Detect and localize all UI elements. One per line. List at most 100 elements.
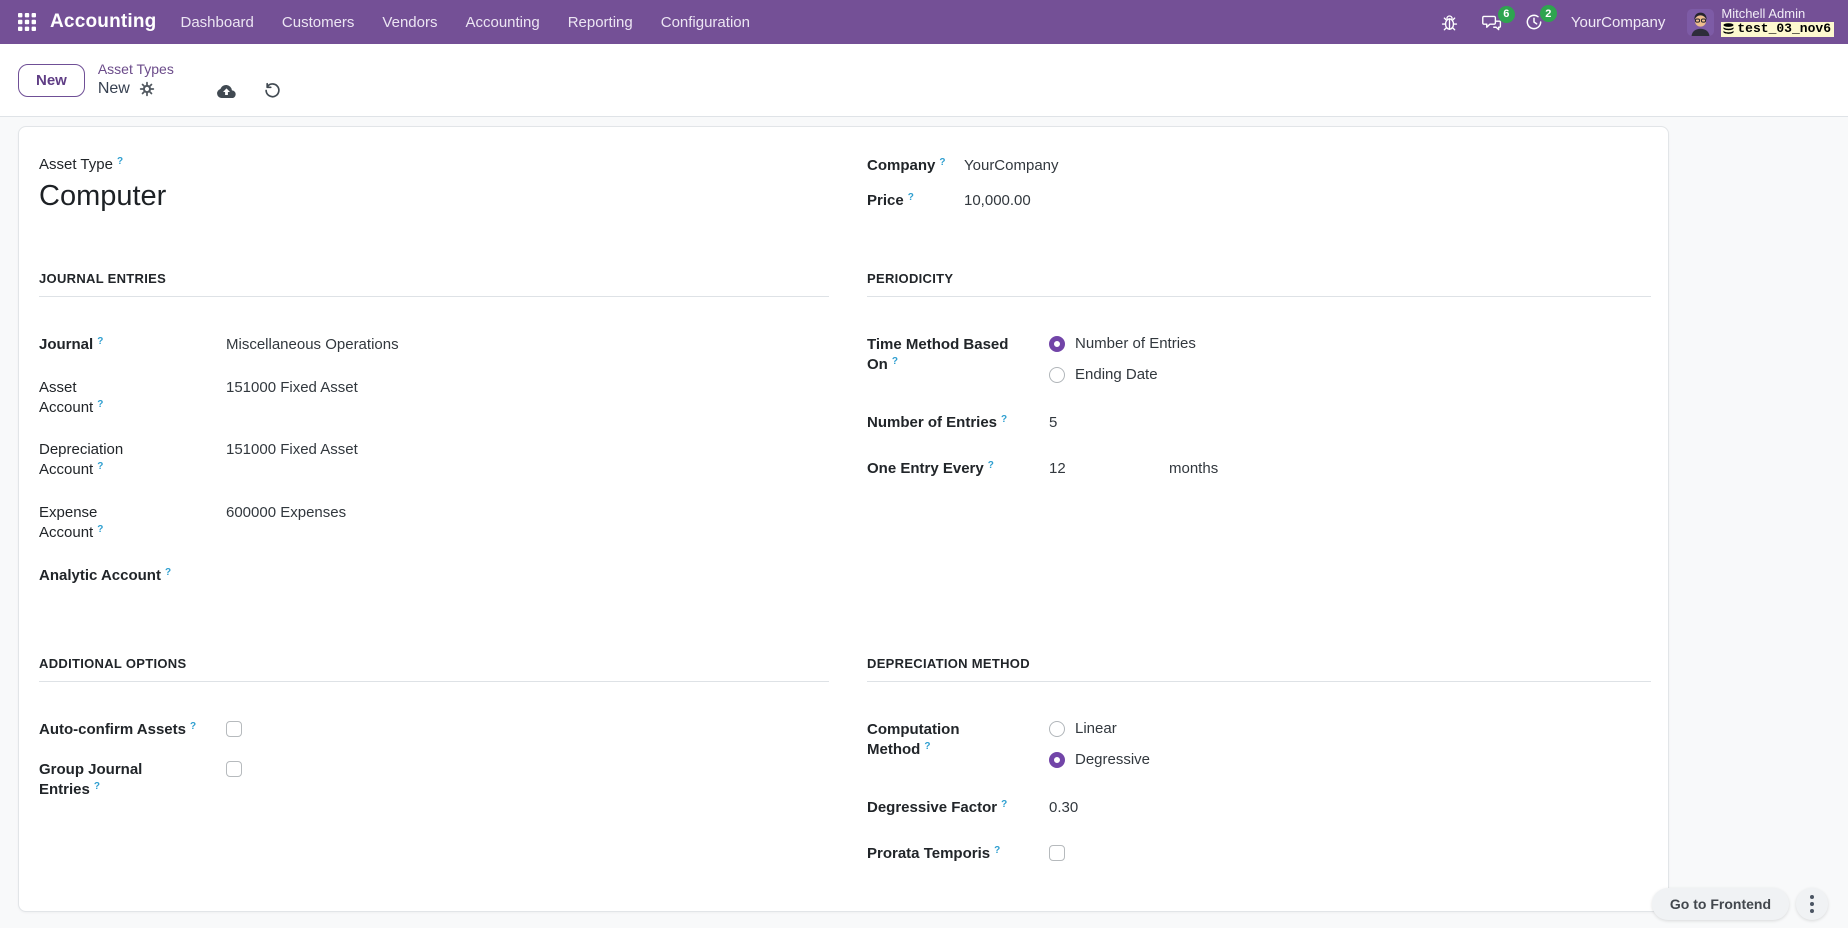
help-icon[interactable]: ? xyxy=(1001,799,1007,810)
field-company: Company? YourCompany xyxy=(867,156,1651,176)
radio-selected-icon[interactable] xyxy=(1049,752,1065,768)
depreciation-account-label: Depreciation Account xyxy=(39,441,123,478)
more-options-button[interactable] xyxy=(1796,888,1828,920)
depreciation-account-value[interactable]: 151000 Fixed Asset xyxy=(226,440,358,460)
number-of-entries-label: Number of Entries xyxy=(867,414,997,431)
menu-dashboard[interactable]: Dashboard xyxy=(167,0,268,44)
new-button[interactable]: New xyxy=(18,64,85,97)
additional-options-column: ADDITIONAL OPTIONS Auto-confirm Assets? … xyxy=(39,656,829,887)
breadcrumb-current: New xyxy=(98,79,130,99)
price-label: Price xyxy=(867,192,904,209)
help-icon[interactable]: ? xyxy=(97,461,103,472)
radio-unselected-icon[interactable] xyxy=(1049,721,1065,737)
field-asset-account: Asset Account? 151000 Fixed Asset xyxy=(39,378,829,418)
messages-badge: 6 xyxy=(1498,6,1515,23)
time-method-label: Time Method Based On xyxy=(867,336,1008,373)
group-journal-label: Group Journal Entries xyxy=(39,761,142,798)
one-entry-every-label: One Entry Every xyxy=(867,460,984,477)
field-journal: Journal? Miscellaneous Operations xyxy=(39,335,829,355)
main-menu: Dashboard Customers Vendors Accounting R… xyxy=(167,0,764,44)
depreciation-method-column: DEPRECIATION METHOD Computation Method? … xyxy=(867,656,1651,887)
actions-gear-icon[interactable] xyxy=(139,81,155,97)
one-entry-unit-select[interactable]: months xyxy=(1169,460,1218,477)
menu-configuration[interactable]: Configuration xyxy=(647,0,764,44)
radio-selected-icon[interactable] xyxy=(1049,336,1065,352)
degressive-factor-label: Degressive Factor xyxy=(867,799,997,816)
asset-type-value[interactable]: Computer xyxy=(39,180,829,213)
expense-account-label: Expense Account xyxy=(39,504,97,541)
app-name[interactable]: Accounting xyxy=(50,11,157,33)
degressive-factor-input[interactable]: 0.30 xyxy=(1049,798,1169,818)
menu-reporting[interactable]: Reporting xyxy=(554,0,647,44)
prorata-temporis-checkbox[interactable] xyxy=(1049,845,1065,861)
help-icon[interactable]: ? xyxy=(924,741,930,752)
help-icon[interactable]: ? xyxy=(97,524,103,535)
debug-bug-icon[interactable] xyxy=(1431,7,1468,38)
database-icon xyxy=(1723,23,1734,35)
database-name: test_03_nov6 xyxy=(1737,22,1831,37)
company-label: Company xyxy=(867,157,935,174)
help-icon[interactable]: ? xyxy=(97,399,103,410)
save-cloud-icon[interactable] xyxy=(216,82,237,99)
group-journal-checkbox[interactable] xyxy=(226,761,242,777)
company-value[interactable]: YourCompany xyxy=(964,156,1059,176)
journal-value[interactable]: Miscellaneous Operations xyxy=(226,335,399,355)
help-icon[interactable]: ? xyxy=(190,721,196,732)
radio-ending-date[interactable]: Ending Date xyxy=(1049,366,1196,383)
help-icon[interactable]: ? xyxy=(94,781,100,792)
help-icon[interactable]: ? xyxy=(939,157,945,168)
apps-menu-icon[interactable] xyxy=(10,13,44,31)
field-auto-confirm: Auto-confirm Assets? xyxy=(39,720,829,740)
field-number-of-entries: Number of Entries? 5 xyxy=(867,413,1651,433)
help-icon[interactable]: ? xyxy=(1001,414,1007,425)
activities-icon[interactable]: 2 xyxy=(1515,6,1553,38)
messages-icon[interactable]: 6 xyxy=(1472,7,1511,38)
floating-actions: Go to Frontend xyxy=(1652,888,1828,920)
radio-ending-date-label: Ending Date xyxy=(1075,366,1158,383)
radio-number-of-entries[interactable]: Number of Entries xyxy=(1049,335,1196,352)
section-periodicity: PERIODICITY xyxy=(867,271,1651,297)
discard-icon[interactable] xyxy=(264,82,281,99)
help-icon[interactable]: ? xyxy=(165,567,171,578)
field-computation-method: Computation Method? Linear Degressive xyxy=(867,720,1651,768)
section-journal-entries: JOURNAL ENTRIES xyxy=(39,271,829,297)
control-panel: New Asset Types New xyxy=(0,44,1848,117)
breadcrumb-asset-types[interactable]: Asset Types xyxy=(98,61,174,79)
help-icon[interactable]: ? xyxy=(988,460,994,471)
price-value[interactable]: 10,000.00 xyxy=(964,191,1031,211)
number-of-entries-input[interactable]: 5 xyxy=(1049,413,1169,433)
menu-accounting[interactable]: Accounting xyxy=(451,0,553,44)
radio-unselected-icon[interactable] xyxy=(1049,367,1065,383)
help-icon[interactable]: ? xyxy=(994,845,1000,856)
one-entry-every-input[interactable]: 12 xyxy=(1049,459,1169,479)
field-analytic-account: Analytic Account? xyxy=(39,566,829,586)
computation-method-label: Computation Method xyxy=(867,721,959,758)
help-icon[interactable]: ? xyxy=(892,356,898,367)
top-navbar: Accounting Dashboard Customers Vendors A… xyxy=(0,0,1848,44)
radio-number-of-entries-label: Number of Entries xyxy=(1075,335,1196,352)
help-icon[interactable]: ? xyxy=(908,192,914,203)
asset-type-label: Asset Type xyxy=(39,156,113,173)
breadcrumb: Asset Types New xyxy=(98,61,174,99)
menu-customers[interactable]: Customers xyxy=(268,0,369,44)
expense-account-value[interactable]: 600000 Expenses xyxy=(226,503,346,523)
help-icon[interactable]: ? xyxy=(117,156,123,167)
field-depreciation-account: Depreciation Account? 151000 Fixed Asset xyxy=(39,440,829,480)
company-price-block: Company? YourCompany Price? 10,000.00 xyxy=(867,156,1651,271)
company-switcher[interactable]: YourCompany xyxy=(1557,14,1680,31)
analytic-account-label: Analytic Account xyxy=(39,567,161,584)
auto-confirm-label: Auto-confirm Assets xyxy=(39,721,186,738)
radio-degressive-label: Degressive xyxy=(1075,751,1150,768)
radio-degressive[interactable]: Degressive xyxy=(1049,751,1150,768)
auto-confirm-checkbox[interactable] xyxy=(226,721,242,737)
user-menu[interactable]: Mitchell Admin test_03_nov6 xyxy=(1687,7,1834,38)
go-to-frontend-button[interactable]: Go to Frontend xyxy=(1652,888,1789,920)
help-icon[interactable]: ? xyxy=(97,336,103,347)
asset-account-value[interactable]: 151000 Fixed Asset xyxy=(226,378,358,398)
field-expense-account: Expense Account? 600000 Expenses xyxy=(39,503,829,543)
database-badge: test_03_nov6 xyxy=(1721,22,1834,38)
menu-vendors[interactable]: Vendors xyxy=(368,0,451,44)
field-prorata-temporis: Prorata Temporis? xyxy=(867,844,1651,864)
avatar xyxy=(1687,9,1714,36)
radio-linear[interactable]: Linear xyxy=(1049,720,1150,737)
